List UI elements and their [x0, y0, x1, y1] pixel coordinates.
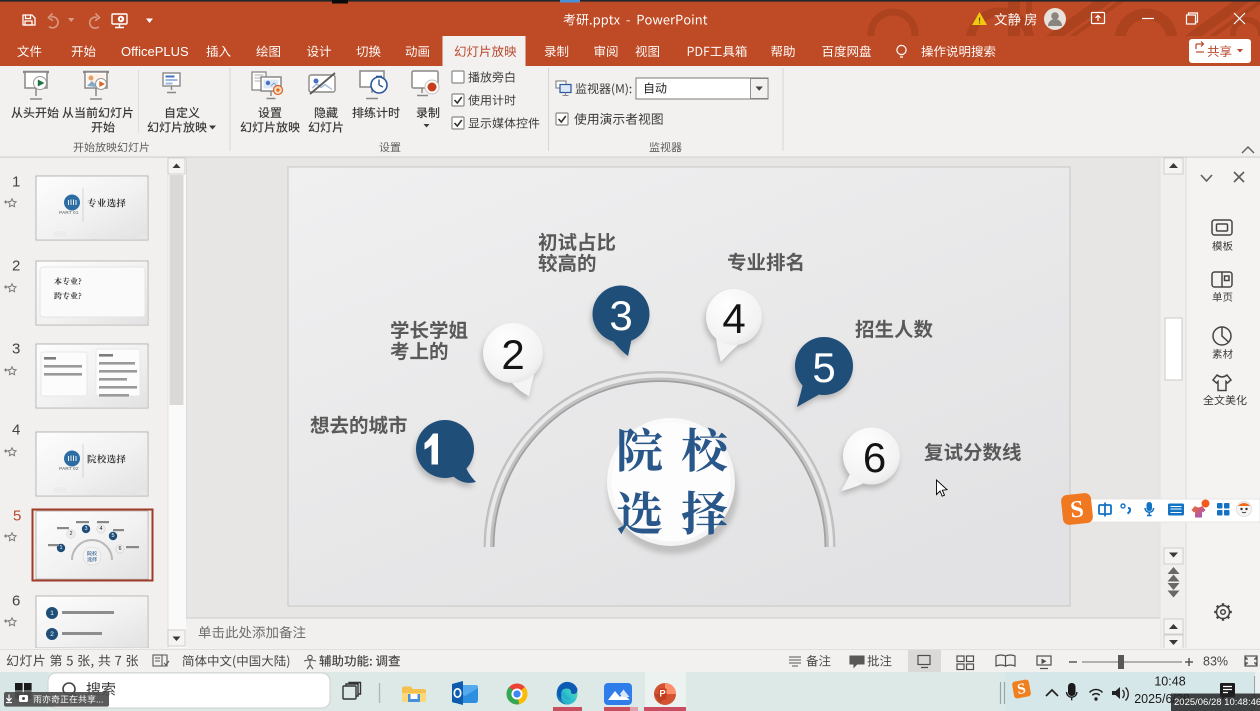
svg-text:6: 6 — [12, 593, 20, 610]
svg-text:S: S — [1069, 496, 1085, 523]
svg-text:6: 6 — [863, 434, 886, 481]
svg-text:4: 4 — [722, 295, 745, 342]
svg-text:10:48: 10:48 — [1154, 675, 1185, 689]
svg-text:2: 2 — [501, 331, 524, 378]
svg-text:2025/06/28 10:48:46: 2025/06/28 10:48:46 — [1174, 697, 1260, 708]
svg-text:4: 4 — [99, 526, 102, 532]
svg-text:4: 4 — [12, 422, 20, 439]
svg-text:5: 5 — [13, 508, 21, 525]
svg-text:3: 3 — [12, 341, 20, 358]
svg-text:2: 2 — [12, 258, 20, 275]
svg-text:2: 2 — [69, 531, 72, 537]
svg-text:3: 3 — [609, 292, 632, 339]
svg-text:1: 1 — [59, 545, 62, 551]
svg-text:2: 2 — [50, 631, 54, 638]
svg-text:6: 6 — [118, 546, 121, 552]
svg-text:PART 01: PART 01 — [59, 210, 79, 216]
svg-text:5: 5 — [812, 344, 835, 391]
svg-text:OfficePLUS: OfficePLUS — [121, 44, 189, 59]
svg-text:83%: 83% — [1203, 655, 1228, 669]
svg-text:1: 1 — [12, 174, 20, 191]
svg-text:P: P — [659, 689, 666, 700]
svg-text:3: 3 — [84, 526, 87, 532]
svg-text:5: 5 — [111, 533, 114, 539]
svg-text:PART 02: PART 02 — [59, 466, 79, 472]
svg-text:1: 1 — [50, 610, 54, 617]
svg-text:!: ! — [978, 15, 981, 25]
